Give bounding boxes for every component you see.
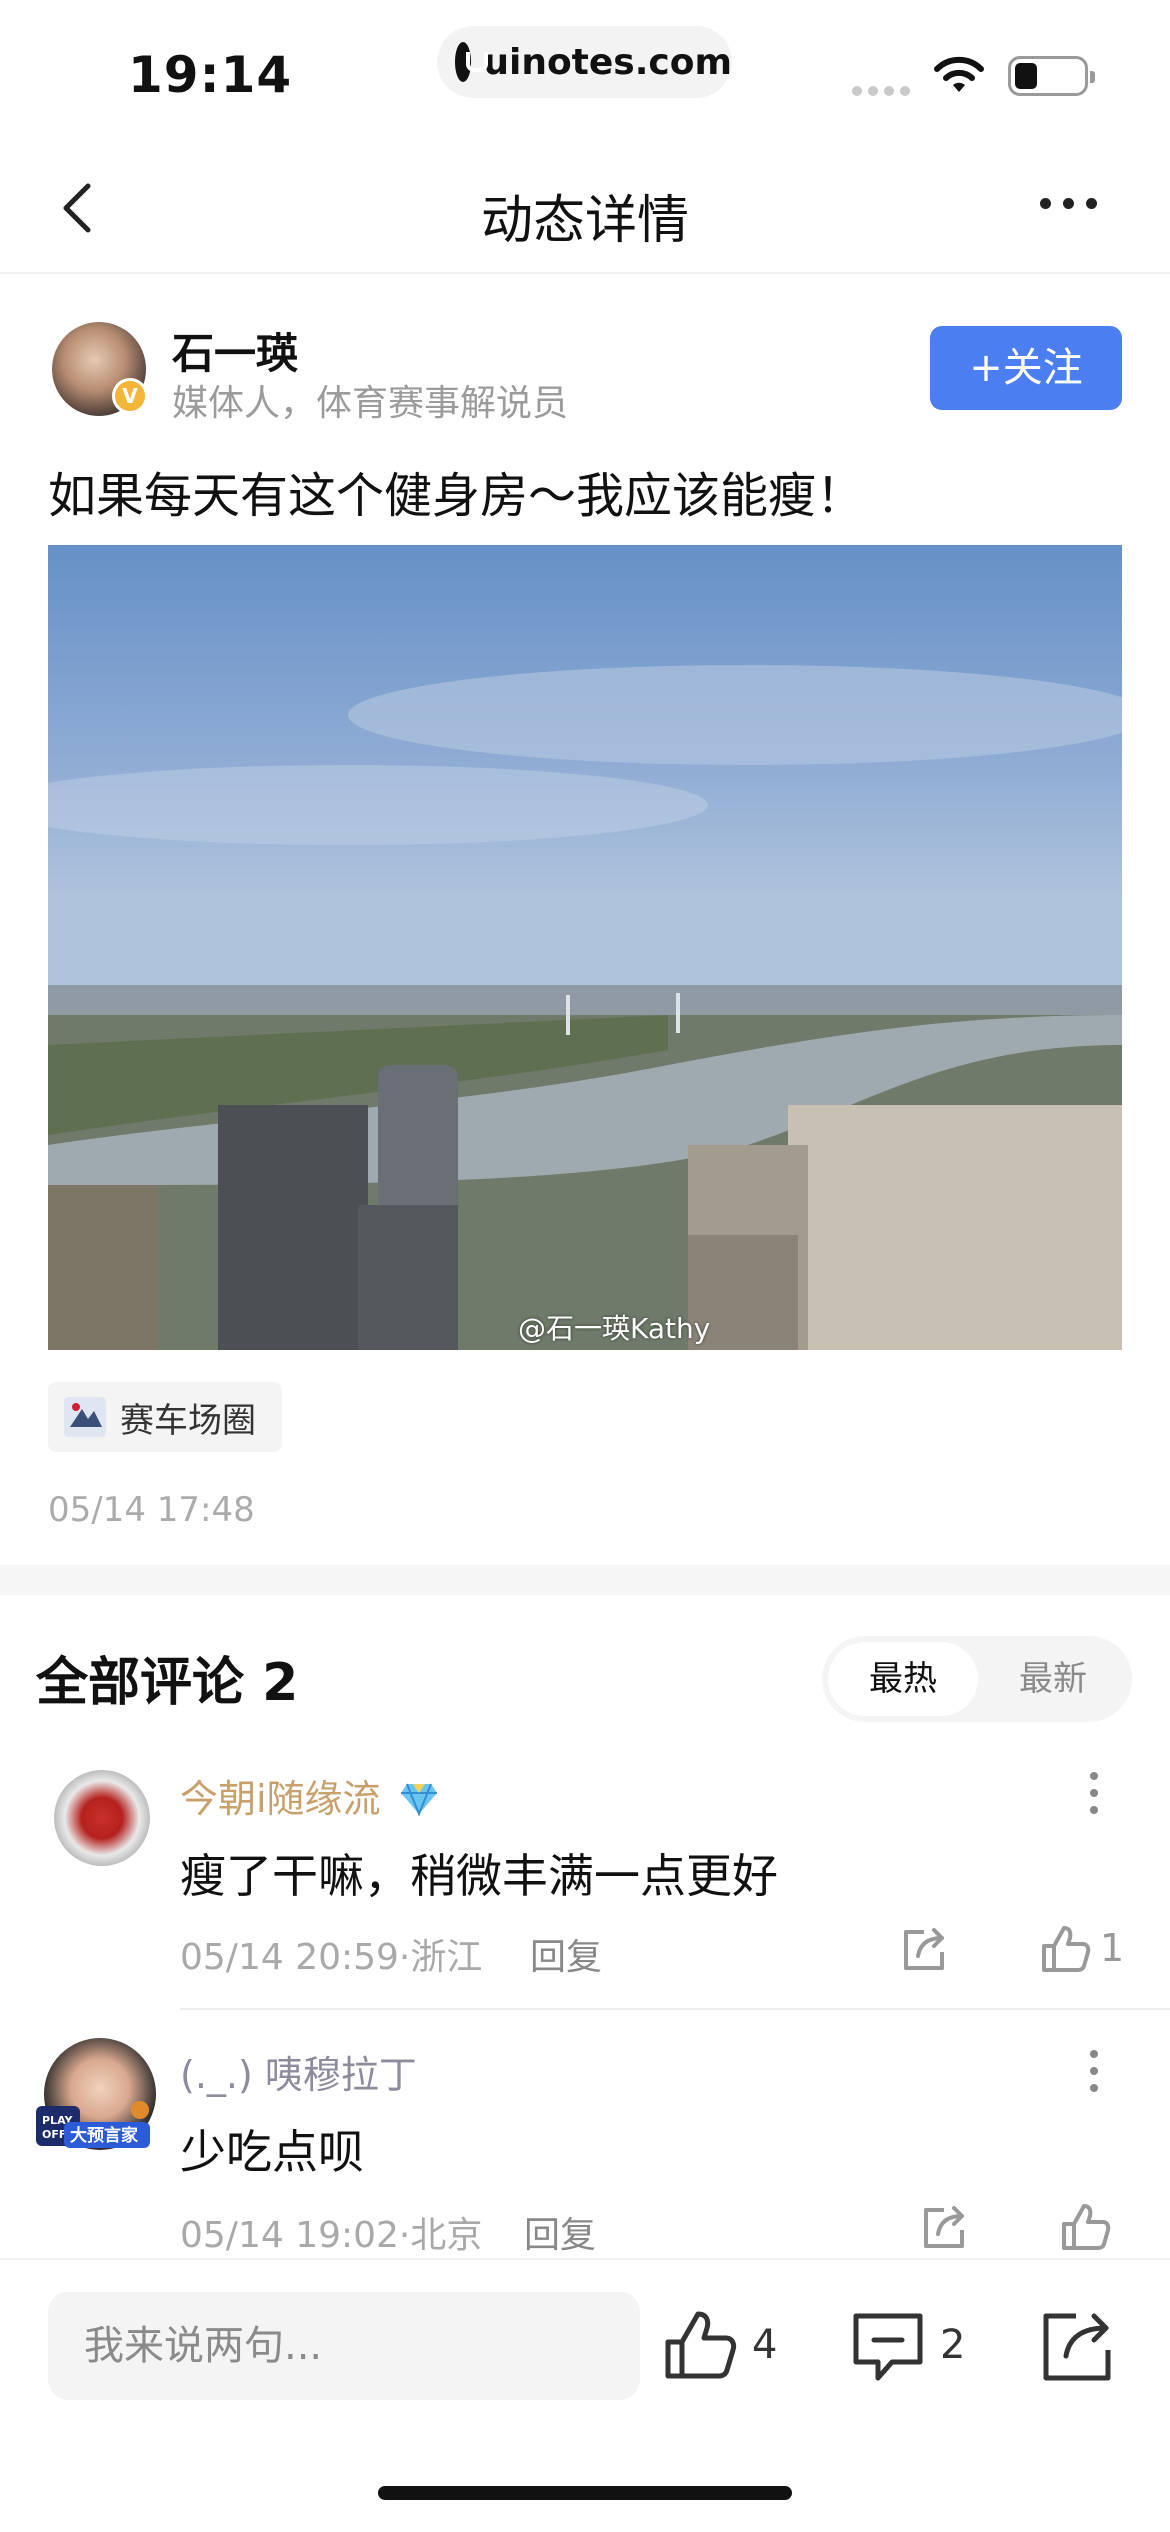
sort-hot-tab[interactable]: 最热 <box>828 1642 978 1716</box>
sort-new-tab[interactable]: 最新 <box>978 1642 1128 1716</box>
status-bar: 19:14 uinotes.com <box>0 0 1170 140</box>
topic-tag[interactable]: 赛车场圈 <box>48 1382 282 1452</box>
section-divider <box>0 1565 1170 1595</box>
comment-more-icon[interactable] <box>1090 1772 1098 1814</box>
battery-icon <box>1008 56 1095 96</box>
topic-thumbnail-icon <box>64 1397 106 1437</box>
city-river-photo <box>48 545 1122 1350</box>
playoffs-badge-icon: PLAY OFFS 大预言家 <box>36 2101 150 2148</box>
comment-avatar[interactable] <box>54 1770 150 1866</box>
post-image[interactable]: @石一瑛Kathy <box>48 545 1122 1350</box>
vip-diamond-icon <box>400 1783 437 1817</box>
thumbs-up-icon[interactable] <box>660 2306 740 2386</box>
comment-text: 瘦了干嘛，稍微丰满一点更好 <box>180 1849 778 1903</box>
thumbs-up-icon[interactable] <box>1058 2200 1112 2254</box>
comment-reply-button[interactable]: 回复 <box>530 1928 602 1980</box>
post-text: 如果每天有这个健身房～我应该能瘦！ <box>48 468 865 524</box>
url-text: uinotes.com <box>483 41 732 83</box>
post-like-count: 4 <box>752 2322 778 2368</box>
comment-sort-toggle: 最热 最新 <box>822 1636 1132 1722</box>
comment-icon[interactable] <box>848 2308 928 2386</box>
comment-reply-button[interactable]: 回复 <box>524 2206 596 2258</box>
post-timestamp: 05/14 17:48 <box>48 1490 255 1530</box>
image-watermark: @石一瑛Kathy <box>518 1312 711 1345</box>
comment-author-name[interactable]: 今朝i随缘流 <box>180 1768 439 1823</box>
share-icon[interactable] <box>918 2202 970 2254</box>
comment-input[interactable]: 我来说两句... <box>48 2292 640 2400</box>
thumbs-up-icon[interactable] <box>1038 1922 1092 1976</box>
comments-title: 全部评论 2 <box>36 1653 299 1713</box>
comment-text: 少吃点呗 <box>180 2125 364 2179</box>
comment-more-icon[interactable] <box>1090 2050 1098 2092</box>
share-icon[interactable] <box>898 1924 950 1976</box>
share-icon[interactable] <box>1036 2306 1116 2386</box>
comment-meta: 05/14 20:59·浙江 <box>180 1937 483 1978</box>
wifi-icon <box>934 56 984 92</box>
badge-text: 大预言家 <box>70 2125 138 2146</box>
author-description: 媒体人，体育赛事解说员 <box>172 383 569 424</box>
comment-meta: 05/14 19:02·北京 <box>180 2215 483 2256</box>
author-name[interactable]: 石一瑛 <box>172 320 298 381</box>
url-pill[interactable]: uinotes.com <box>437 26 732 98</box>
comment-like-count: 1 <box>1100 1926 1125 1970</box>
status-time: 19:14 <box>128 46 293 104</box>
topic-tag-label: 赛车场圈 <box>120 1400 256 1441</box>
follow-button[interactable]: +关注 <box>930 326 1122 410</box>
comment-author-name[interactable]: (._.) 咦穆拉丁 <box>180 2044 417 2099</box>
comment-author-name-text: 今朝i随缘流 <box>180 1777 381 1821</box>
home-indicator[interactable] <box>378 2486 792 2500</box>
verified-badge-icon: V <box>112 378 148 414</box>
post-comment-count: 2 <box>940 2322 966 2368</box>
page-title: 动态详情 <box>480 191 689 251</box>
more-horizontal-icon[interactable] <box>1040 198 1097 209</box>
site-logo-icon <box>455 42 489 82</box>
bottom-action-bar: 我来说两句... 4 2 <box>0 2258 1170 2532</box>
comment-divider <box>180 2008 1170 2010</box>
nav-bar: 动态详情 <box>0 140 1170 274</box>
signal-icon <box>852 86 910 96</box>
